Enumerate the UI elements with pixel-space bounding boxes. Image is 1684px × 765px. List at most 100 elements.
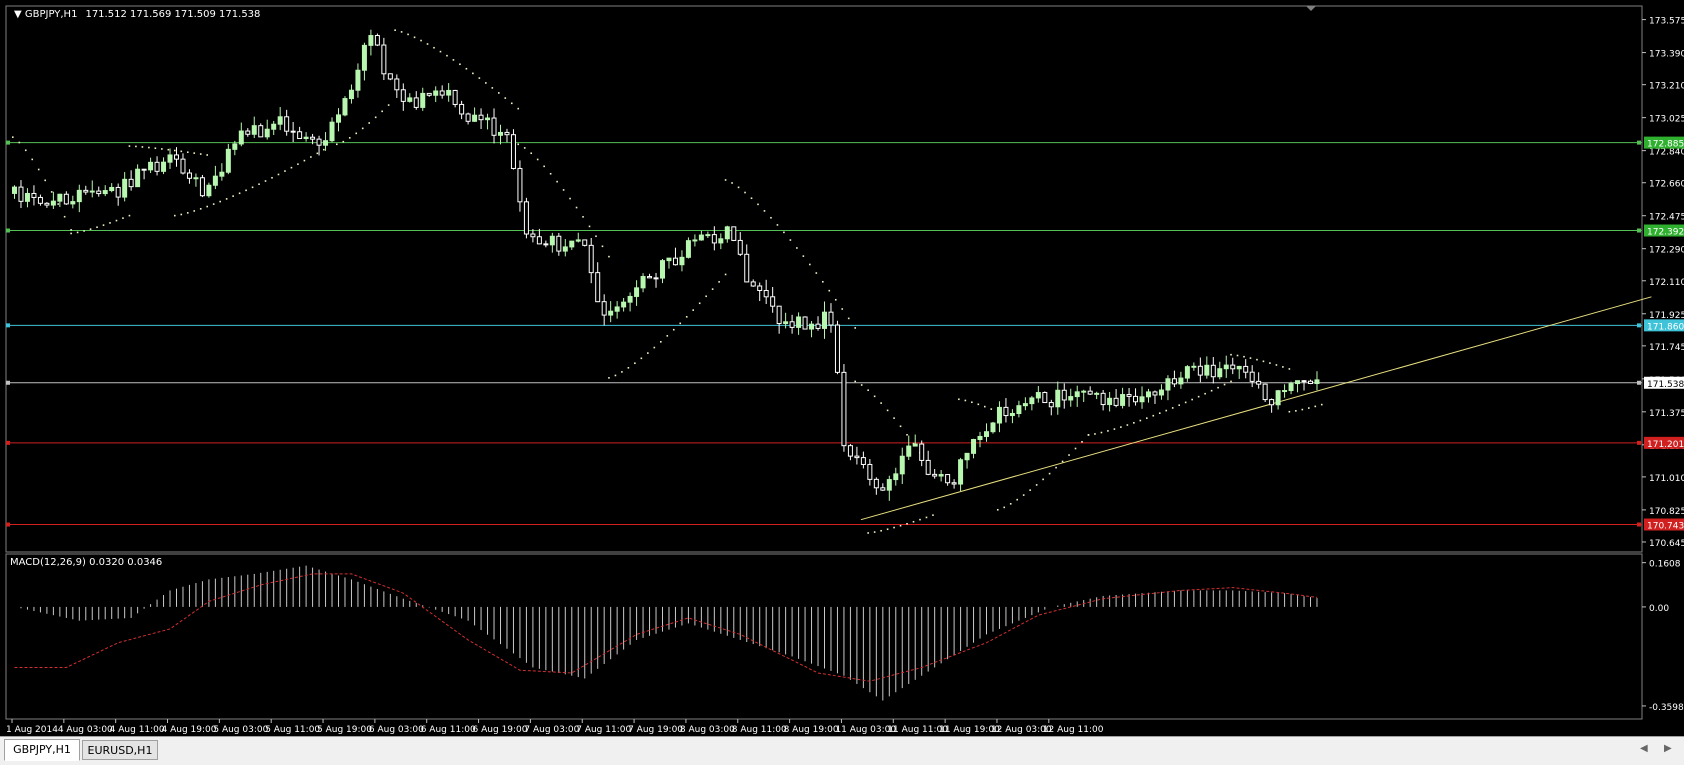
candle-body: [750, 281, 756, 287]
candle-body: [342, 98, 348, 116]
scroll-left-icon[interactable]: ◀: [1640, 743, 1648, 754]
time-tick-label: 6 Aug 11:00: [421, 725, 476, 735]
candle-body: [601, 301, 607, 316]
sar-dot: [115, 219, 118, 222]
candle-body: [167, 154, 173, 163]
shift-marker-icon[interactable]: [1306, 6, 1316, 11]
time-tick-label: 5 Aug 11:00: [265, 725, 320, 735]
candle-body: [1262, 383, 1268, 401]
sar-dot: [446, 54, 448, 57]
sar-dot: [199, 208, 202, 210]
sar-dot: [556, 180, 558, 183]
sar-dot: [653, 346, 656, 349]
sar-dot: [536, 158, 539, 161]
time-tick-label: 8 Aug 03:00: [680, 725, 735, 735]
sar-dot: [225, 198, 228, 200]
candle-body: [1022, 403, 1028, 407]
candle-body: [595, 272, 601, 303]
tab-eurusd-h1[interactable]: EURUSD,H1: [82, 740, 158, 760]
sar-dot: [718, 281, 720, 283]
time-tick-label: 4 Aug 19:00: [162, 725, 217, 735]
candle-body: [1230, 364, 1236, 370]
candle-body: [1035, 392, 1041, 399]
time-tick-label: 5 Aug 03:00: [213, 725, 268, 735]
sar-dot: [802, 255, 805, 257]
candle-body: [122, 178, 128, 198]
candle-body: [919, 443, 925, 461]
sar-dot: [1217, 386, 1219, 389]
candle-body: [290, 130, 296, 133]
price-tick-label: 171.745: [1649, 343, 1684, 353]
sar-dot: [161, 148, 163, 150]
sar-dot: [361, 127, 364, 130]
candle-body: [847, 445, 853, 457]
sar-dot: [886, 409, 889, 412]
candle-body: [433, 90, 439, 96]
candle-body: [809, 323, 815, 330]
sar-dot: [822, 280, 824, 283]
candle-body: [238, 130, 244, 145]
price-tick-label: 173.025: [1649, 115, 1684, 125]
sar-dot: [621, 371, 623, 373]
price-tick-label: 170.825: [1649, 507, 1684, 517]
sar-dot: [925, 516, 928, 519]
candle-body: [193, 177, 199, 180]
sar-dot: [50, 191, 53, 193]
horizontal-red-1-left-handle: [6, 440, 10, 445]
sar-dot: [523, 147, 526, 149]
sar-dot: [724, 273, 727, 276]
candle-body: [1295, 380, 1301, 385]
candle-body: [70, 201, 76, 205]
sar-dot: [880, 402, 882, 404]
macd-tick-label: 0.00: [1649, 604, 1669, 614]
sar-dot: [750, 197, 753, 200]
sar-dot: [102, 224, 105, 226]
candle-body: [37, 196, 43, 204]
candle-body: [24, 192, 30, 202]
sar-dot: [465, 67, 468, 70]
sar-dot: [543, 165, 545, 168]
sar-dot: [44, 179, 46, 182]
sar-dot: [180, 213, 183, 216]
candle-body: [1061, 389, 1067, 401]
sar-dot: [1262, 360, 1265, 363]
time-tick-label: 8 Aug 19:00: [784, 725, 839, 735]
sar-dot: [867, 532, 869, 534]
candle-body: [1120, 394, 1126, 406]
candle-body: [770, 296, 776, 307]
sar-dot: [1074, 447, 1077, 450]
sar-dot: [912, 520, 915, 523]
sar-dot: [70, 229, 72, 231]
candle-body: [336, 114, 341, 123]
candle-body: [102, 190, 108, 195]
candle-body: [899, 455, 905, 475]
time-axis: 1 Aug 2014 4 Aug 03:004 Aug 11:004 Aug 19…: [6, 719, 1104, 735]
sar-dot: [796, 247, 798, 249]
tab-gbpjpy-h1[interactable]: GBPJPY,H1: [4, 739, 80, 761]
sar-dot: [1236, 354, 1239, 357]
macd-signal-line: [14, 573, 1318, 682]
sar-dot: [1243, 355, 1245, 358]
candle-body: [737, 239, 743, 255]
horizontal-red-1-label: 171.201: [1647, 440, 1684, 450]
sar-dot: [297, 163, 299, 165]
sar-dot: [1126, 424, 1129, 426]
sar-dot: [1042, 478, 1044, 481]
price-tick-label: 172.290: [1649, 246, 1684, 256]
candle-body: [698, 234, 704, 241]
candle-body: [316, 138, 322, 146]
sar-dot: [783, 231, 785, 234]
sar-dot: [1055, 466, 1057, 469]
sar-dot: [24, 149, 27, 152]
candle-body: [420, 92, 426, 108]
sar-dot: [744, 191, 746, 194]
horizontal-green-1-right-handle: [1637, 140, 1641, 145]
sar-dot: [608, 377, 610, 379]
sar-dot: [757, 203, 759, 206]
candle-body: [381, 44, 387, 75]
candle-body: [1301, 380, 1307, 383]
candle-body: [245, 130, 251, 135]
candle-body: [1314, 379, 1320, 385]
horizontal-green-2-label: 172.392: [1647, 228, 1684, 238]
scroll-right-icon[interactable]: ▶: [1664, 743, 1672, 754]
